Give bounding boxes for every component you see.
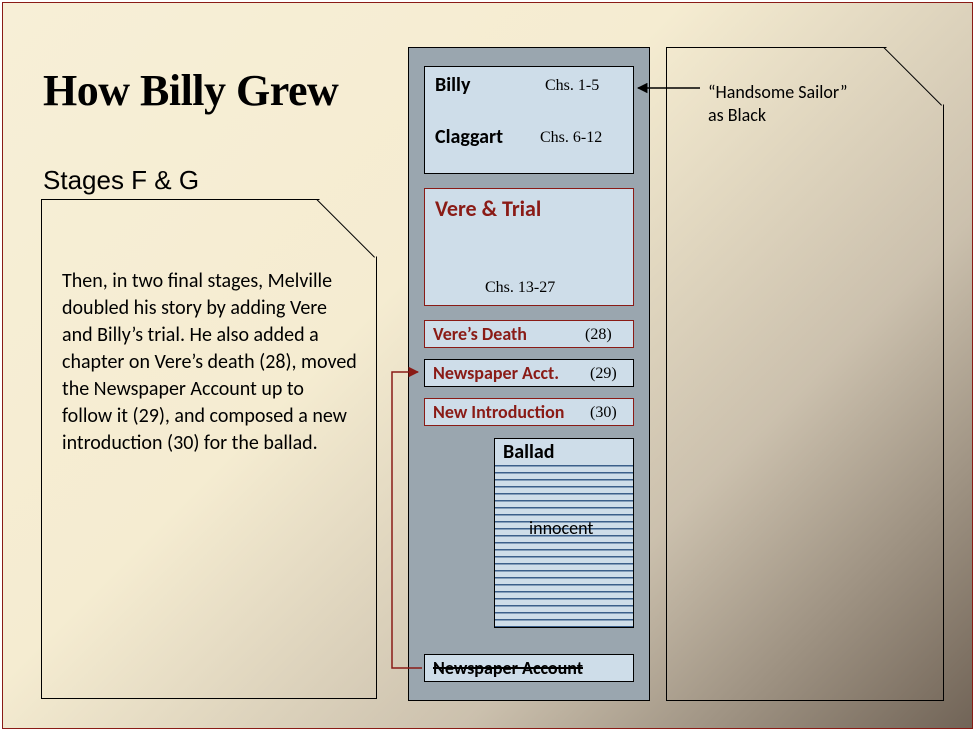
slide-canvas: How Billy Grew Stages F & G Then, in two… bbox=[2, 2, 973, 729]
label-vere-trial: Vere & Trial bbox=[435, 195, 541, 222]
structure-column: Billy Chs. 1-5 Claggart Chs. 6-12 Vere &… bbox=[408, 47, 650, 701]
explanation-text: Then, in two final stages, Melville doub… bbox=[62, 268, 358, 457]
annotation-line-1: “Handsome Sailor” bbox=[708, 81, 847, 104]
annotation-line-2: as Black bbox=[708, 104, 847, 127]
label-newspaper-acct: Newspaper Acct. bbox=[433, 362, 559, 384]
chapters-new-intro: (30) bbox=[590, 404, 617, 422]
box-billy-claggart: Billy Chs. 1-5 Claggart Chs. 6-12 bbox=[424, 66, 634, 174]
label-claggart: Claggart bbox=[435, 125, 503, 149]
explanation-panel: Then, in two final stages, Melville doub… bbox=[41, 199, 377, 699]
chapters-vere-trial: Chs. 13-27 bbox=[485, 279, 555, 297]
next-stage-panel bbox=[666, 47, 944, 701]
box-vere-trial: Vere & Trial Chs. 13-27 bbox=[424, 188, 634, 306]
box-newspaper-old: Newspaper Account bbox=[424, 654, 634, 682]
slide-subtitle: Stages F & G bbox=[43, 165, 199, 196]
chapters-vere-death: (28) bbox=[585, 326, 612, 344]
chapters-billy: Chs. 1-5 bbox=[545, 77, 599, 95]
label-newspaper-old: Newspaper Account bbox=[433, 657, 583, 679]
label-billy: Billy bbox=[435, 73, 470, 97]
box-ballad: Ballad innocent bbox=[494, 438, 634, 628]
label-ballad: Ballad bbox=[503, 440, 555, 464]
box-vere-death: Vere’s Death (28) bbox=[424, 320, 634, 348]
ballad-note: innocent bbox=[525, 517, 597, 539]
chapters-claggart: Chs. 6-12 bbox=[540, 129, 602, 147]
box-new-intro: New Introduction (30) bbox=[424, 398, 634, 426]
label-new-intro: New Introduction bbox=[433, 401, 564, 423]
chapters-newspaper-acct: (29) bbox=[590, 365, 617, 383]
slide-title: How Billy Grew bbox=[43, 65, 338, 116]
box-newspaper-acct: Newspaper Acct. (29) bbox=[424, 359, 634, 387]
handsome-sailor-annotation: “Handsome Sailor” as Black bbox=[708, 81, 847, 126]
label-vere-death: Vere’s Death bbox=[433, 323, 527, 345]
